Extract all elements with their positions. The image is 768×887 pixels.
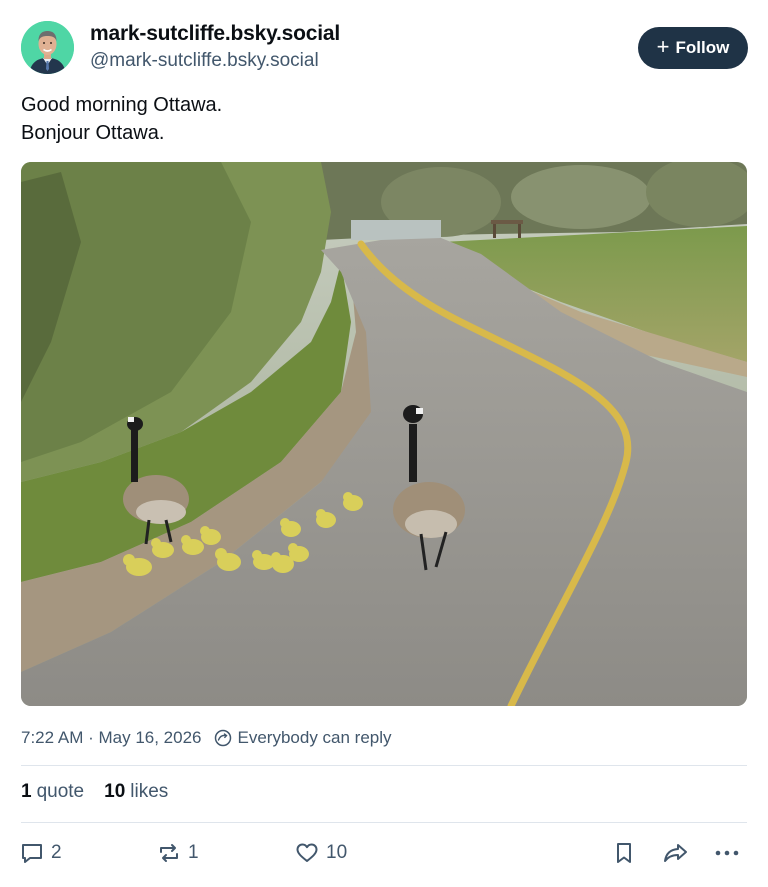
more-options-button[interactable]: [713, 838, 741, 868]
geese-on-path-photo-icon: [21, 162, 747, 706]
reply-icon: [22, 844, 42, 863]
follow-button[interactable]: + Follow: [638, 27, 748, 69]
repost-button[interactable]: 1: [156, 838, 199, 868]
author-handle[interactable]: @mark-sutcliffe.bsky.social: [90, 50, 319, 72]
share-arrow-icon: [664, 844, 687, 862]
avatar[interactable]: [21, 21, 74, 74]
repost-icon: [160, 844, 178, 862]
likes-count: 10: [104, 781, 126, 802]
avatar-photo-icon: [21, 21, 74, 74]
quotes-count: 1: [21, 781, 32, 802]
post-text: Good morning Ottawa. Bonjour Ottawa.: [21, 91, 222, 147]
heart-icon: [296, 843, 318, 862]
like-count: 10: [326, 842, 348, 863]
post-image[interactable]: [21, 162, 747, 706]
repost-count: 1: [188, 842, 199, 863]
author-display-name[interactable]: mark-sutcliffe.bsky.social: [90, 22, 340, 46]
post-text-line: Good morning Ottawa.: [21, 94, 223, 116]
reply-count: 2: [51, 842, 62, 863]
more-dots-icon: [715, 850, 739, 856]
divider: [21, 822, 747, 823]
plus-icon: +: [656, 34, 670, 59]
reply-setting-text: Everybody can reply: [237, 728, 392, 747]
quotes-label: quote: [36, 781, 85, 802]
follow-button-label: Follow: [675, 38, 730, 57]
bookmark-icon: [617, 843, 631, 863]
post-thread: mark-sutcliffe.bsky.social @mark-sutclif…: [0, 0, 768, 887]
likes-count-link[interactable]: 10 likes: [104, 781, 168, 803]
post-timestamp[interactable]: 7:22 AM · May 16, 2026: [21, 728, 202, 748]
reply-settings-icon: [214, 729, 232, 747]
divider: [21, 765, 747, 766]
reply-button[interactable]: 2: [19, 838, 62, 868]
bookmark-button[interactable]: [611, 838, 637, 868]
likes-label: likes: [130, 781, 169, 802]
engagement-counts: 1 quote 10 likes: [21, 781, 168, 803]
like-button[interactable]: 10: [294, 838, 347, 868]
post-text-line: Bonjour Ottawa.: [21, 122, 165, 144]
post-meta: 7:22 AM · May 16, 2026 Everybody can rep…: [21, 727, 392, 749]
quotes-count-link[interactable]: 1 quote: [21, 781, 84, 803]
share-button[interactable]: [662, 838, 690, 868]
